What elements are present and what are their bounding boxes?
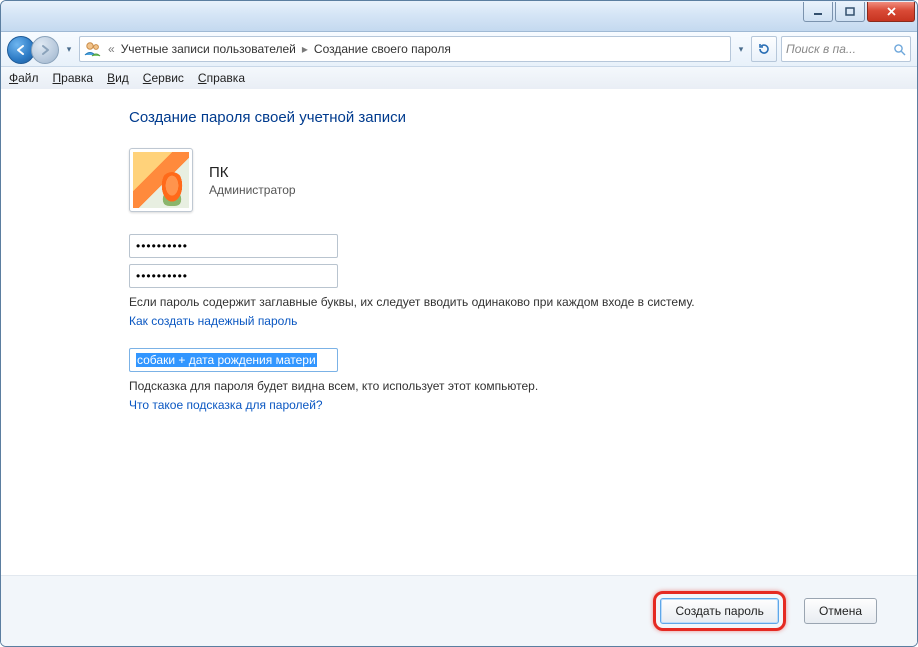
breadcrumb-dropdown[interactable]: ▾ [735, 39, 747, 59]
avatar-image [133, 152, 189, 208]
menu-bar: Файл Правка Вид Сервис Справка [1, 67, 917, 90]
breadcrumb-item-accounts[interactable]: Учетные записи пользователей [121, 42, 296, 56]
caps-notice: Если пароль содержит заглавные буквы, их… [129, 294, 789, 310]
user-name: ПК [209, 164, 296, 181]
breadcrumb[interactable]: « Учетные записи пользователей ▸ Создани… [79, 36, 731, 62]
window-frame: ▾ « Учетные записи пользователей ▸ Созда… [0, 0, 918, 647]
search-icon [893, 43, 906, 56]
create-password-highlight: Создать пароль [653, 591, 785, 631]
menu-help[interactable]: Справка [198, 71, 245, 85]
page-title: Создание пароля своей учетной записи [129, 109, 789, 126]
strong-password-link[interactable]: Как создать надежный пароль [129, 314, 297, 328]
create-password-button[interactable]: Создать пароль [660, 598, 778, 624]
menu-tools[interactable]: Сервис [143, 71, 184, 85]
navigation-bar: ▾ « Учетные записи пользователей ▸ Созда… [1, 32, 917, 67]
hint-visibility-notice: Подсказка для пароля будет видна всем, к… [129, 378, 789, 394]
password-hint-field[interactable]: собаки + дата рождения матери [129, 348, 338, 372]
forward-button[interactable] [31, 36, 59, 64]
content-area: Создание пароля своей учетной записи ПК … [1, 89, 917, 646]
menu-file[interactable]: Файл [9, 71, 39, 85]
chevron-right-icon: ▸ [300, 42, 310, 56]
titlebar [1, 1, 917, 32]
close-button[interactable] [867, 2, 915, 22]
breadcrumb-item-create-password[interactable]: Создание своего пароля [314, 42, 451, 56]
menu-edit[interactable]: Правка [53, 71, 94, 85]
search-input[interactable]: Поиск в па... [781, 36, 911, 62]
confirm-password-value: •••••••••• [136, 269, 188, 283]
menu-view[interactable]: Вид [107, 71, 129, 85]
refresh-button[interactable] [751, 36, 777, 62]
cancel-button[interactable]: Отмена [804, 598, 877, 624]
avatar [129, 148, 193, 212]
confirm-password-field[interactable]: •••••••••• [129, 264, 338, 288]
history-dropdown[interactable]: ▾ [63, 39, 75, 59]
user-role: Администратор [209, 183, 296, 197]
maximize-button[interactable] [835, 2, 865, 22]
chevron-left-icon: « [106, 42, 117, 56]
nav-buttons [7, 35, 59, 63]
minimize-button[interactable] [803, 2, 833, 22]
password-hint-value: собаки + дата рождения матери [136, 353, 317, 367]
what-is-hint-link[interactable]: Что такое подсказка для паролей? [129, 398, 323, 412]
footer-bar: Создать пароль Отмена [1, 575, 917, 646]
search-placeholder: Поиск в па... [786, 42, 856, 56]
user-accounts-icon [84, 40, 102, 58]
password-field[interactable]: •••••••••• [129, 234, 338, 258]
user-info: ПК Администратор [129, 148, 789, 212]
password-value: •••••••••• [136, 239, 188, 253]
